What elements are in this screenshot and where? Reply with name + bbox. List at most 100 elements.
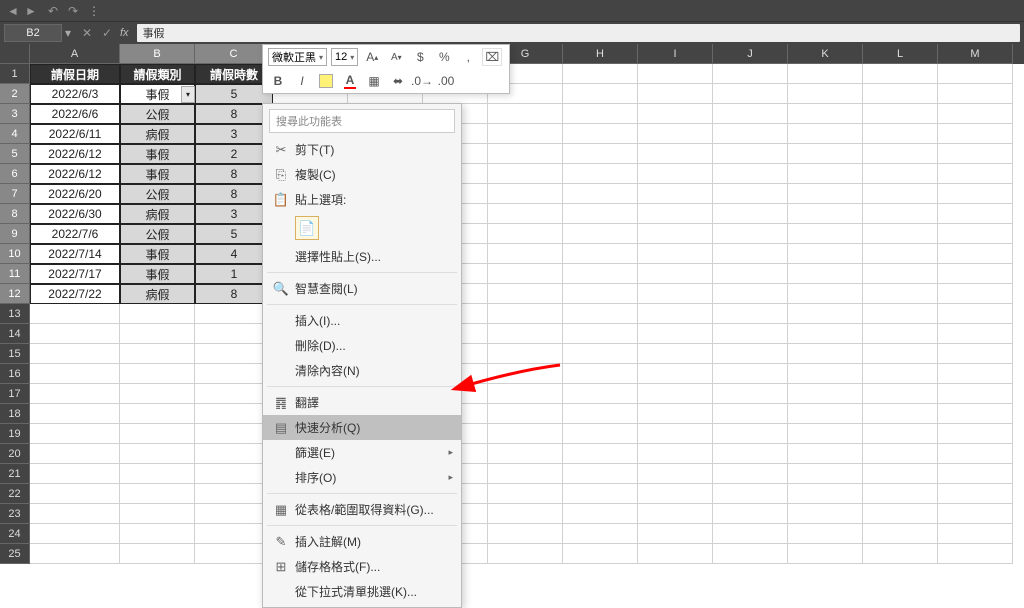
- cell[interactable]: [863, 464, 938, 484]
- cell[interactable]: [938, 344, 1013, 364]
- cell[interactable]: [638, 204, 713, 224]
- cell[interactable]: [788, 244, 863, 264]
- cell[interactable]: [788, 104, 863, 124]
- redo-icon[interactable]: ↷: [64, 2, 82, 20]
- cell[interactable]: [120, 504, 195, 524]
- cell[interactable]: [30, 304, 120, 324]
- cell[interactable]: [713, 224, 788, 244]
- cell[interactable]: [863, 404, 938, 424]
- increase-decimal-icon[interactable]: .00: [436, 72, 456, 90]
- cell[interactable]: 病假: [120, 124, 195, 144]
- cell[interactable]: [863, 444, 938, 464]
- cell[interactable]: [713, 464, 788, 484]
- cell[interactable]: [638, 244, 713, 264]
- cell[interactable]: [788, 144, 863, 164]
- cell[interactable]: [563, 404, 638, 424]
- cell[interactable]: [938, 104, 1013, 124]
- row-header[interactable]: 11: [0, 264, 30, 284]
- decrease-decimal-icon[interactable]: .0→: [412, 72, 432, 90]
- cell[interactable]: [863, 164, 938, 184]
- name-box[interactable]: B2: [4, 24, 62, 42]
- cell[interactable]: [488, 524, 563, 544]
- cell[interactable]: [938, 304, 1013, 324]
- cell[interactable]: [638, 104, 713, 124]
- merge-center-icon[interactable]: ⬌: [388, 72, 408, 90]
- row-header[interactable]: 22: [0, 484, 30, 504]
- row-header[interactable]: 10: [0, 244, 30, 264]
- cell[interactable]: [863, 284, 938, 304]
- cell[interactable]: [638, 184, 713, 204]
- cell[interactable]: [713, 504, 788, 524]
- row-header[interactable]: 17: [0, 384, 30, 404]
- cell[interactable]: [563, 84, 638, 104]
- cell[interactable]: [713, 264, 788, 284]
- row-header[interactable]: 8: [0, 204, 30, 224]
- cell[interactable]: [488, 184, 563, 204]
- cell[interactable]: [788, 164, 863, 184]
- cell[interactable]: [713, 244, 788, 264]
- row-header[interactable]: 5: [0, 144, 30, 164]
- cell[interactable]: [788, 424, 863, 444]
- col-header[interactable]: A: [30, 44, 120, 64]
- cell[interactable]: [788, 404, 863, 424]
- row-header[interactable]: 7: [0, 184, 30, 204]
- cell[interactable]: [488, 164, 563, 184]
- cell[interactable]: [563, 64, 638, 84]
- cell[interactable]: [488, 204, 563, 224]
- cell[interactable]: [863, 384, 938, 404]
- cell[interactable]: [638, 164, 713, 184]
- cell[interactable]: [30, 524, 120, 544]
- cell[interactable]: 2022/6/20: [30, 184, 120, 204]
- cell[interactable]: [938, 124, 1013, 144]
- cell[interactable]: [713, 364, 788, 384]
- formula-bar[interactable]: 事假: [137, 24, 1020, 42]
- cell[interactable]: [863, 144, 938, 164]
- row-header[interactable]: 14: [0, 324, 30, 344]
- cell[interactable]: [863, 264, 938, 284]
- cell[interactable]: [638, 544, 713, 564]
- row-header[interactable]: 13: [0, 304, 30, 324]
- row-header[interactable]: 21: [0, 464, 30, 484]
- row-header[interactable]: 24: [0, 524, 30, 544]
- cell[interactable]: [488, 284, 563, 304]
- cell[interactable]: [713, 524, 788, 544]
- bold-button[interactable]: B: [268, 72, 288, 90]
- menu-cut[interactable]: ✂剪下(T): [263, 137, 461, 162]
- cell[interactable]: [30, 504, 120, 524]
- col-header[interactable]: I: [638, 44, 713, 64]
- cell[interactable]: [713, 384, 788, 404]
- cancel-icon[interactable]: ✕: [78, 26, 96, 40]
- cell[interactable]: [638, 84, 713, 104]
- cell[interactable]: [938, 384, 1013, 404]
- row-header[interactable]: 9: [0, 224, 30, 244]
- cell[interactable]: 公假: [120, 104, 195, 124]
- cell[interactable]: [488, 344, 563, 364]
- cell[interactable]: [938, 84, 1013, 104]
- cell[interactable]: [488, 124, 563, 144]
- cell[interactable]: [788, 184, 863, 204]
- menu-sort[interactable]: 排序(O)▸: [263, 465, 461, 490]
- col-header[interactable]: M: [938, 44, 1013, 64]
- paste-option-button[interactable]: 📄: [295, 216, 319, 240]
- menu-filter[interactable]: 篩選(E)▸: [263, 440, 461, 465]
- row-header[interactable]: 6: [0, 164, 30, 184]
- cell[interactable]: [863, 224, 938, 244]
- cell[interactable]: [638, 64, 713, 84]
- cell[interactable]: [788, 344, 863, 364]
- cell[interactable]: [30, 384, 120, 404]
- cell[interactable]: [863, 424, 938, 444]
- cell[interactable]: [563, 104, 638, 124]
- format-painter-icon[interactable]: ⌧: [482, 48, 502, 66]
- percent-format-icon[interactable]: %: [434, 48, 454, 66]
- menu-delete[interactable]: 刪除(D)...: [263, 333, 461, 358]
- cell[interactable]: [120, 544, 195, 564]
- cell[interactable]: [863, 124, 938, 144]
- borders-button[interactable]: ▦: [364, 72, 384, 90]
- cell[interactable]: [938, 224, 1013, 244]
- cell[interactable]: [638, 504, 713, 524]
- cell[interactable]: [120, 524, 195, 544]
- cell[interactable]: [120, 324, 195, 344]
- cell[interactable]: [938, 164, 1013, 184]
- font-color-button[interactable]: A: [340, 72, 360, 90]
- cell[interactable]: 2022/7/6: [30, 224, 120, 244]
